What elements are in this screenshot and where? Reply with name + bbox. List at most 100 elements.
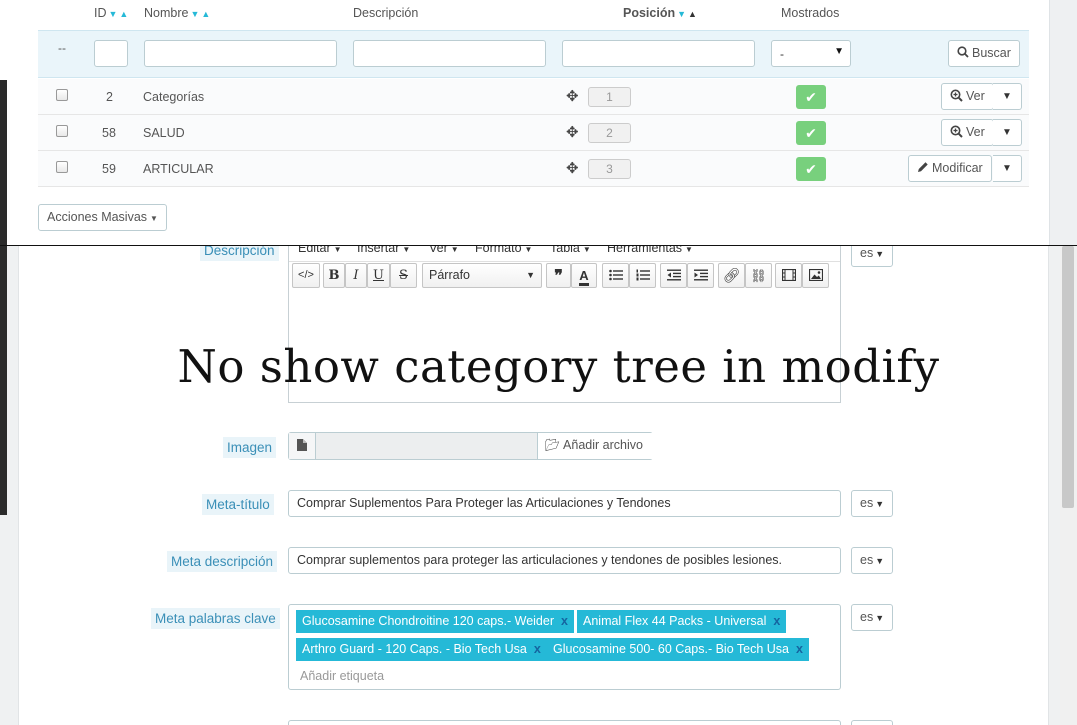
search-button[interactable]: Buscar [948,40,1020,67]
menu-tabla[interactable]: Tabla ▼ [550,246,591,255]
filter-name-input[interactable] [144,40,337,67]
sort-asc-icon[interactable]: ▲ [119,9,128,19]
meta-keywords-tag-input[interactable]: Glucosamine Chondroitine 120 caps.- Weid… [288,604,841,690]
meta-keywords-language-select[interactable]: es ▼ [851,604,893,631]
sort-desc-icon[interactable]: ▼ [677,9,686,19]
bold-icon[interactable]: B [323,263,345,288]
bullet-list-icon[interactable] [602,263,629,288]
pencil-icon [918,162,928,172]
menu-ver[interactable]: Ver ▼ [429,246,459,255]
source-code-icon[interactable]: </> [292,263,320,288]
table-row: 2 Categorías ✥ 1 ✔ Ver ▼ [38,79,1029,115]
text-color-icon[interactable]: A [571,263,597,288]
filter-id-input[interactable] [94,40,128,67]
keyword-tag: Glucosamine 500- 60 Caps.- Bio Tech Usa x [547,638,809,661]
actions-dropdown-button[interactable]: ▼ [993,119,1022,146]
row-checkbox[interactable] [56,161,68,173]
description-language-select[interactable]: es ▼ [851,246,893,267]
remove-tag-icon[interactable]: x [534,642,541,656]
header-posicion[interactable]: Posición ▼ ▲ [623,6,697,20]
row-id: 59 [102,162,116,176]
filter-description-input[interactable] [353,40,546,67]
caret-down-icon: ▼ [150,214,158,223]
drag-handle-icon[interactable]: ✥ [566,87,579,105]
add-tag-placeholder[interactable]: Añadir etiqueta [300,669,384,683]
filter-row: -- - ▼ Buscar [38,30,1029,78]
row-id: 2 [106,90,113,104]
file-name-display [316,433,537,459]
caret-down-icon: ▼ [1002,127,1012,138]
row-position: 3 [588,159,631,179]
menu-formato[interactable]: Formato ▼ [475,246,532,255]
unlink-icon[interactable]: ⛓︎ [745,263,772,288]
shown-check-icon[interactable]: ✔ [796,85,826,109]
caret-down-icon: ▼ [1002,163,1012,174]
zoom-in-icon [950,125,963,138]
link-icon[interactable]: 🔗︎ [718,263,745,288]
menu-editar[interactable]: Editar ▼ [298,246,342,255]
view-button[interactable]: Ver [941,83,994,110]
numbered-list-icon[interactable] [629,263,656,288]
filter-position-input[interactable] [562,40,755,67]
row-name: SALUD [143,126,185,140]
header-mostrados: Mostrados [781,6,840,20]
meta-title-label: Meta-título [202,494,274,515]
view-button[interactable]: Ver [941,119,994,146]
row-position: 2 [588,123,631,143]
edit-button[interactable]: Modificar [908,155,992,182]
category-edit-form: Descripción Editar ▼ Insertar ▼ Ver ▼ Forma… [0,246,1077,725]
sort-asc-icon[interactable]: ▲ [688,9,697,19]
shown-check-icon[interactable]: ✔ [796,157,826,181]
sort-desc-icon[interactable]: ▼ [109,9,118,19]
drag-handle-icon[interactable]: ✥ [566,123,579,141]
caret-down-icon: ▼ [875,613,885,623]
caret-down-icon: ▼ [526,270,535,280]
keyword-tag: Animal Flex 44 Packs - Universal x [577,610,787,633]
underline-icon[interactable]: U [367,263,390,288]
actions-dropdown-button[interactable]: ▼ [993,155,1022,182]
row-checkbox[interactable] [56,89,68,101]
filter-shown-select[interactable]: - ▼ [771,40,851,67]
menu-herramientas[interactable]: Herramientas ▼ [607,246,693,255]
scrollbar-thumb[interactable] [1062,246,1074,508]
meta-description-label: Meta descripción [167,551,278,572]
zoom-in-icon [950,89,963,102]
drag-handle-icon[interactable]: ✥ [566,159,579,177]
menu-insertar[interactable]: Insertar ▼ [357,246,410,255]
indent-icon[interactable] [687,263,714,288]
table-row: 58 SALUD ✥ 2 ✔ Ver ▼ [38,115,1029,151]
meta-title-input[interactable]: Comprar Suplementos Para Proteger las Ar… [288,490,841,517]
row-position: 1 [588,87,631,107]
keyword-tag: Glucosamine Chondroitine 120 caps.- Weid… [296,610,574,633]
header-id[interactable]: ID ▼ ▲ [94,6,128,20]
file-icon [289,433,316,459]
header-descripcion: Descripción [353,6,419,20]
sort-desc-icon[interactable]: ▼ [190,9,199,19]
sort-asc-icon[interactable]: ▲ [201,9,210,19]
actions-dropdown-button[interactable]: ▼ [993,83,1022,110]
row-checkbox[interactable] [56,125,68,137]
strikethrough-icon[interactable]: S [390,263,417,288]
meta-title-language-select[interactable]: es ▼ [851,490,893,517]
meta-description-input[interactable]: Comprar suplementos para proteger las ar… [288,547,841,574]
description-label: Descripción [200,246,279,261]
video-icon[interactable] [775,263,802,288]
remove-tag-icon[interactable]: x [561,614,568,628]
meta-keywords-label: Meta palabras clave [151,608,280,629]
format-select[interactable]: Párrafo ▼ [422,263,542,288]
remove-tag-icon[interactable]: x [773,614,780,628]
header-nombre[interactable]: Nombre ▼ ▲ [144,6,210,20]
left-dark-strip [0,246,7,515]
image-icon[interactable] [802,263,829,288]
remove-tag-icon[interactable]: x [796,642,803,656]
blockquote-icon[interactable]: ❞ [546,263,571,288]
shown-check-icon[interactable]: ✔ [796,121,826,145]
add-file-button[interactable]: 📂︎ Añadir archivo [537,433,653,459]
next-field-language-select[interactable] [851,720,893,725]
caret-down-icon: ▼ [875,499,885,509]
meta-description-language-select[interactable]: es ▼ [851,547,893,574]
bulk-actions-button[interactable]: Acciones Masivas ▼ [38,204,167,231]
next-field-input[interactable] [288,720,841,725]
outdent-icon[interactable] [660,263,687,288]
italic-icon[interactable]: I [345,263,367,288]
